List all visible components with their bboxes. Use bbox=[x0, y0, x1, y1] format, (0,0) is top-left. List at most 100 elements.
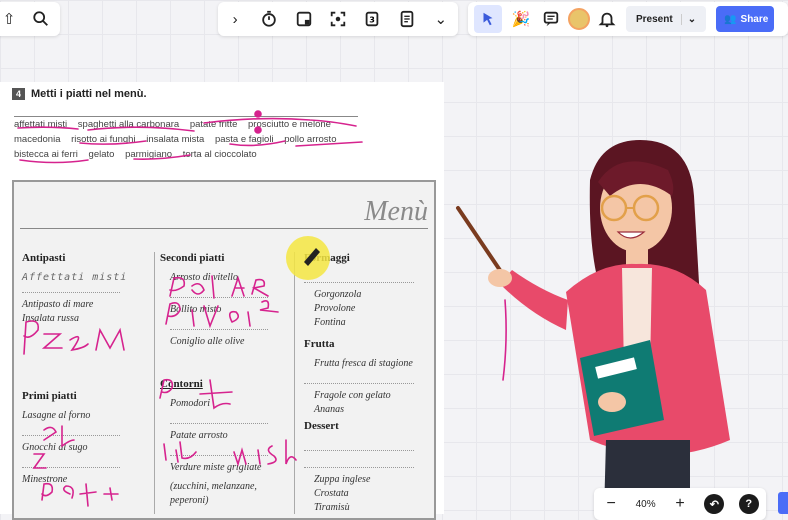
menu-item: Insalata russa bbox=[22, 313, 79, 324]
upload-icon[interactable]: ⇧ bbox=[0, 8, 20, 30]
toolbar-right: 🎉 Present ⌄ 👥 Share bbox=[468, 2, 788, 36]
bell-icon[interactable] bbox=[596, 8, 618, 30]
menu-item: Lasagne al forno bbox=[22, 410, 91, 421]
answer-line bbox=[170, 445, 268, 456]
menu-item: Pomodori bbox=[170, 398, 210, 409]
word-item: spaghetti alla carbonara bbox=[77, 119, 180, 130]
present-dropdown-icon[interactable]: ⌄ bbox=[680, 13, 696, 25]
jacket bbox=[566, 263, 730, 455]
focus-frame-icon[interactable] bbox=[327, 8, 349, 30]
antipasti-section: Antipasti Affettati misti Antipasto di m… bbox=[22, 252, 127, 327]
zoom-out-button[interactable]: − bbox=[601, 495, 621, 513]
frutta-section: Frutta Frutta fresca di stagione Fragole… bbox=[304, 338, 414, 418]
exercise-instruction: Metti i piatti nel menù. bbox=[31, 88, 147, 100]
timer-icon[interactable] bbox=[258, 8, 280, 30]
menu-item: Gnocchi al sugo bbox=[22, 442, 88, 453]
word-item: pasta e fagioli bbox=[214, 134, 274, 145]
side-panel-button[interactable] bbox=[778, 492, 788, 514]
toolbar-middle: › 3 ⌄ bbox=[218, 2, 458, 36]
counter-icon[interactable]: 3 bbox=[361, 8, 383, 30]
svg-text:3: 3 bbox=[369, 15, 375, 25]
answer-line bbox=[304, 457, 414, 468]
word-item: macedonia bbox=[14, 134, 61, 145]
contorni-section: Contorni Pomodori Patate arrosto Verdure… bbox=[160, 378, 268, 509]
hair-fringe bbox=[598, 161, 674, 196]
zoom-level[interactable]: 40% bbox=[636, 499, 656, 510]
section-heading: Frutta bbox=[304, 338, 335, 350]
chevron-right-icon[interactable]: › bbox=[224, 8, 246, 30]
share-button[interactable]: 👥 Share bbox=[716, 6, 775, 32]
menu-card: Menù Antipasti Affettati misti Antipasto… bbox=[12, 180, 436, 520]
menu-item: Verdure miste grigliate bbox=[170, 462, 262, 473]
ink-stroke bbox=[502, 299, 507, 381]
people-icon: 👥 bbox=[724, 13, 737, 25]
section-heading: Secondi piatti bbox=[160, 252, 225, 264]
zoom-controls: − 40% + ↶ ? bbox=[594, 488, 766, 520]
exercise-title: 4 Metti i piatti nel menù. bbox=[12, 88, 147, 100]
menu-item: Antipasto di mare bbox=[22, 299, 94, 310]
worksheet: 4 Metti i piatti nel menù. affettati mis… bbox=[0, 82, 444, 520]
shirt bbox=[622, 268, 652, 370]
zoom-in-button[interactable]: + bbox=[670, 495, 690, 513]
dessert-section: Dessert Zuppa inglese Crostata Tiramisù bbox=[304, 420, 414, 516]
search-icon[interactable] bbox=[30, 8, 52, 30]
section-heading: Formaggi bbox=[304, 252, 350, 264]
menu-item: (zucchini, melanzane, bbox=[170, 481, 257, 492]
menu-item: Ananas bbox=[314, 404, 344, 415]
word-item: bistecca ai ferri bbox=[14, 149, 78, 160]
menu-item: peperoni) bbox=[170, 495, 209, 506]
book-label bbox=[595, 357, 637, 379]
menu-item: Coniglio alle olive bbox=[170, 336, 245, 347]
word-item: risotto ai funghi bbox=[71, 134, 136, 145]
face bbox=[600, 164, 672, 252]
word-bank: affettati misti spaghetti alla carbonara… bbox=[14, 116, 358, 162]
celebrate-icon[interactable]: 🎉 bbox=[510, 8, 532, 30]
divider bbox=[154, 252, 155, 514]
help-icon[interactable]: ? bbox=[738, 494, 759, 514]
menu-item: Zuppa inglese bbox=[314, 474, 371, 485]
formaggi-section: Formaggi Gorgonzola Provolone Fontina bbox=[304, 252, 414, 331]
section-heading: Antipasti bbox=[22, 252, 66, 264]
smile bbox=[616, 231, 646, 239]
exercise-number: 4 bbox=[12, 88, 25, 100]
hair bbox=[589, 140, 700, 317]
history-icon[interactable]: ↶ bbox=[704, 494, 725, 514]
menu-item: Provolone bbox=[314, 303, 356, 314]
menu-item: Fontina bbox=[314, 317, 346, 328]
neck bbox=[626, 248, 648, 268]
menu-item: Bollito misto bbox=[170, 304, 222, 315]
raised-arm bbox=[500, 270, 568, 330]
toolbar-left: ⇧ bbox=[0, 2, 60, 36]
word-item: parmigiano bbox=[125, 149, 173, 160]
present-button[interactable]: Present ⌄ bbox=[626, 6, 707, 32]
hand bbox=[598, 392, 626, 412]
menu-item: Frutta fresca di stagione bbox=[314, 358, 413, 369]
answer-line bbox=[170, 413, 268, 424]
sticky-note-icon[interactable] bbox=[293, 8, 315, 30]
word-item: gelato bbox=[88, 149, 115, 160]
section-heading: Contorni bbox=[160, 378, 203, 390]
glasses-lens bbox=[600, 194, 628, 222]
menu-title: Menù bbox=[364, 196, 428, 227]
answer-line bbox=[304, 373, 414, 384]
filled-answer: Affettati misti bbox=[22, 272, 128, 283]
more-chevron-icon[interactable]: ⌄ bbox=[430, 8, 452, 30]
comment-icon[interactable] bbox=[540, 8, 562, 30]
menu-item: Arrosto di vitello bbox=[170, 272, 238, 283]
answer-line bbox=[170, 319, 268, 330]
document-icon[interactable] bbox=[396, 8, 418, 30]
menu-item: Gorgonzola bbox=[314, 289, 362, 300]
select-cursor-icon[interactable] bbox=[474, 5, 502, 33]
word-item: patate fritte bbox=[189, 119, 238, 130]
divider bbox=[20, 228, 428, 229]
avatar[interactable] bbox=[568, 8, 590, 30]
section-heading: Primi piatti bbox=[22, 390, 77, 402]
word-item: affettati misti bbox=[14, 119, 68, 130]
answer-line bbox=[22, 457, 120, 468]
present-label: Present bbox=[636, 13, 673, 25]
hand bbox=[488, 269, 512, 287]
menu-item: Patate arrosto bbox=[170, 430, 228, 441]
section-heading: Dessert bbox=[304, 420, 339, 432]
pointer-stick bbox=[456, 206, 514, 290]
book bbox=[580, 340, 664, 436]
